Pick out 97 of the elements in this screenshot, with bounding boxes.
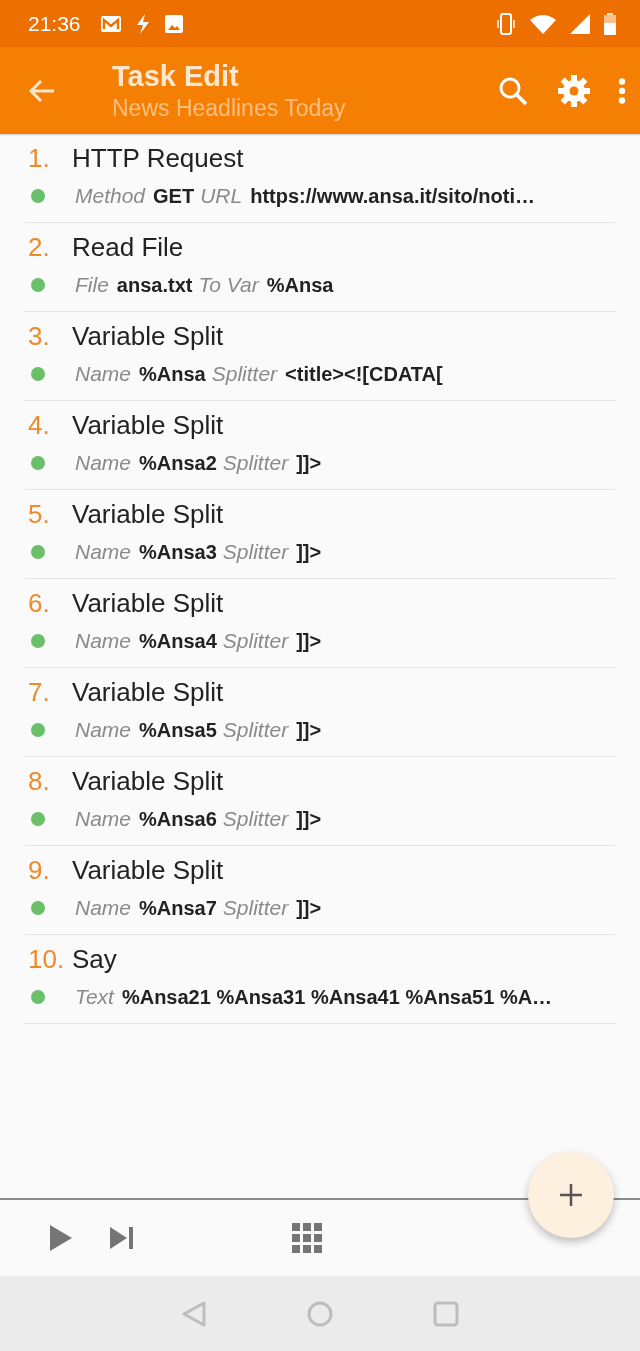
skip-next-icon	[110, 1227, 134, 1249]
param-label: Name	[75, 807, 132, 831]
param-label: Splitter	[222, 451, 289, 475]
more-button[interactable]	[618, 77, 626, 104]
param-label: Splitter	[222, 896, 289, 920]
param-label: URL	[200, 184, 243, 208]
action-row[interactable]: 1. HTTP Request Method GET URL https://www.ansa.it/sito/noti…	[25, 134, 615, 223]
grid-icon	[292, 1223, 322, 1253]
plus-icon	[560, 1184, 582, 1206]
param-label: Name	[75, 540, 132, 564]
param-label: Name	[75, 896, 132, 920]
param-value: %Ansa3	[139, 540, 217, 564]
action-row[interactable]: 6. Variable Split Name %Ansa4 Splitter ]]>	[25, 579, 615, 668]
search-icon	[498, 75, 528, 106]
play-icon	[50, 1225, 72, 1251]
vibrate-icon	[496, 12, 516, 35]
play-button[interactable]	[50, 1225, 72, 1251]
param-label: Name	[75, 629, 132, 653]
param-label: To Var	[198, 273, 259, 297]
action-row[interactable]: 7. Variable Split Name %Ansa5 Splitter ]]>	[25, 668, 615, 757]
param-value: https://www.ansa.it/sito/noti…	[250, 184, 535, 208]
nav-recents-icon[interactable]	[433, 1300, 459, 1327]
param-value: %Ansa7	[139, 896, 217, 920]
action-number: 2.	[28, 232, 51, 263]
action-number: 10.	[28, 944, 66, 975]
param-value: ]]>	[296, 896, 322, 920]
param-label: File	[75, 273, 109, 297]
settings-button[interactable]	[558, 74, 590, 107]
add-button[interactable]	[528, 1152, 614, 1238]
action-name: Variable Split	[72, 855, 224, 886]
nav-home-icon[interactable]	[307, 1300, 333, 1327]
param-label: Name	[75, 451, 132, 475]
screen-title: Task Edit	[112, 59, 240, 93]
param-value: %Ansa	[139, 362, 206, 386]
param-value: %Ansa	[266, 273, 334, 297]
param-value: %Ansa5	[139, 718, 217, 742]
param-value: %Ansa21 %Ansa31 %Ansa41 %Ansa51 %A…	[121, 985, 553, 1009]
action-name: Variable Split	[72, 766, 224, 797]
param-value: ]]>	[296, 540, 322, 564]
nav-back-icon[interactable]	[181, 1300, 207, 1327]
param-label: Splitter	[222, 807, 289, 831]
action-name: Variable Split	[72, 410, 224, 441]
param-label: Splitter	[222, 629, 289, 653]
param-label: Name	[75, 718, 132, 742]
param-label: Name	[75, 362, 132, 386]
action-row[interactable]: 8. Variable Split Name %Ansa6 Splitter ]]>	[25, 757, 615, 846]
action-row[interactable]: 9. Variable Split Name %Ansa7 Splitter ]]>	[25, 846, 615, 935]
param-value: ]]>	[296, 718, 322, 742]
apps-button[interactable]	[292, 1223, 322, 1253]
param-label: Text	[75, 985, 114, 1009]
param-value: %Ansa2	[139, 451, 217, 475]
param-value: ]]>	[296, 451, 322, 475]
signal-icon	[570, 13, 590, 34]
lightning-icon	[134, 13, 151, 34]
back-arrow-icon	[28, 78, 56, 103]
action-number: 7.	[28, 677, 51, 708]
action-row[interactable]: 10. Say Text %Ansa21 %Ansa31 %Ansa41 %Ansa51 %A…	[25, 935, 615, 1024]
param-label: Splitter	[211, 362, 278, 386]
action-row[interactable]: 4. Variable Split Name %Ansa2 Splitter ]]>	[25, 401, 615, 490]
action-number: 4.	[28, 410, 51, 441]
wifi-icon	[530, 13, 556, 34]
search-button[interactable]	[498, 75, 528, 106]
param-value: ]]>	[296, 629, 322, 653]
action-number: 6.	[28, 588, 51, 619]
action-name: Variable Split	[72, 499, 224, 530]
action-name: Say	[72, 944, 117, 975]
more-icon	[618, 77, 626, 104]
action-number: 3.	[28, 321, 51, 352]
status-time: 21:36	[28, 11, 81, 36]
action-row[interactable]: 2. Read File File ansa.txt To Var %Ansa	[25, 223, 615, 312]
action-number: 5.	[28, 499, 51, 530]
param-value: GET	[153, 184, 195, 208]
action-number: 1.	[28, 143, 51, 174]
param-value: %Ansa6	[139, 807, 217, 831]
action-name: Variable Split	[72, 677, 224, 708]
param-value: ansa.txt	[116, 273, 193, 297]
param-label: Splitter	[222, 718, 289, 742]
battery-icon	[604, 12, 616, 35]
back-button[interactable]	[28, 78, 56, 103]
action-name: Read File	[72, 232, 184, 263]
param-value: %Ansa4	[139, 629, 217, 653]
step-button[interactable]	[110, 1227, 134, 1249]
param-value: ]]>	[296, 807, 322, 831]
image-icon	[164, 14, 183, 33]
param-label: Method	[75, 184, 146, 208]
action-name: Variable Split	[72, 321, 224, 352]
action-row[interactable]: 3. Variable Split Name %Ansa Splitter <title><![CDATA[	[25, 312, 615, 401]
action-name: HTTP Request	[72, 143, 244, 174]
action-number: 8.	[28, 766, 51, 797]
screen-subtitle: News Headlines Today	[112, 94, 347, 122]
mail-icon	[100, 15, 121, 32]
action-name: Variable Split	[72, 588, 224, 619]
settings-icon	[558, 74, 590, 107]
param-value: <title><![CDATA[	[285, 362, 443, 386]
action-number: 9.	[28, 855, 51, 886]
param-label: Splitter	[222, 540, 289, 564]
action-row[interactable]: 5. Variable Split Name %Ansa3 Splitter ]]>	[25, 490, 615, 579]
